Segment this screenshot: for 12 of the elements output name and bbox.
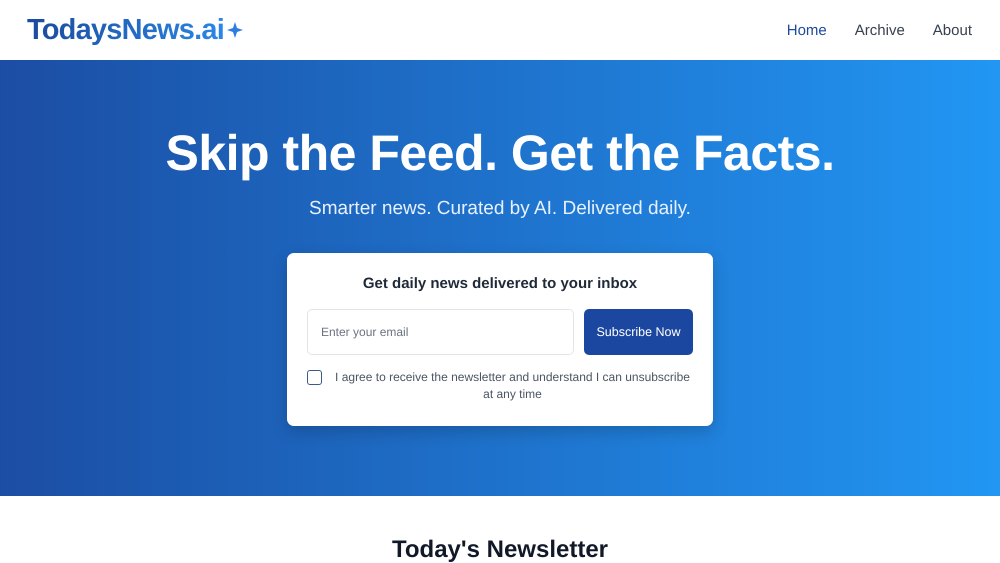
section-title: Today's Newsletter	[392, 536, 608, 563]
signup-title: Get daily news delivered to your inbox	[362, 275, 638, 292]
nav-link[interactable]: Archive	[854, 22, 905, 38]
hero-title: Skip the Feed. Get the Facts.	[166, 124, 834, 182]
nav-link[interactable]: About	[932, 22, 972, 38]
hero-subtitle: Smarter news. Curated by AI. Delivered daily.	[309, 198, 691, 220]
email-field[interactable]: Enter your email	[307, 309, 574, 355]
sparkle-icon	[226, 22, 243, 38]
consent-checkbox[interactable]	[307, 370, 322, 385]
nav-link[interactable]: Home	[786, 22, 827, 38]
subscribe-button[interactable]: Subscribe Now	[584, 309, 693, 355]
consent-label: I agree to receive the newsletter and understand I can unsubscribe at any time	[334, 369, 691, 403]
